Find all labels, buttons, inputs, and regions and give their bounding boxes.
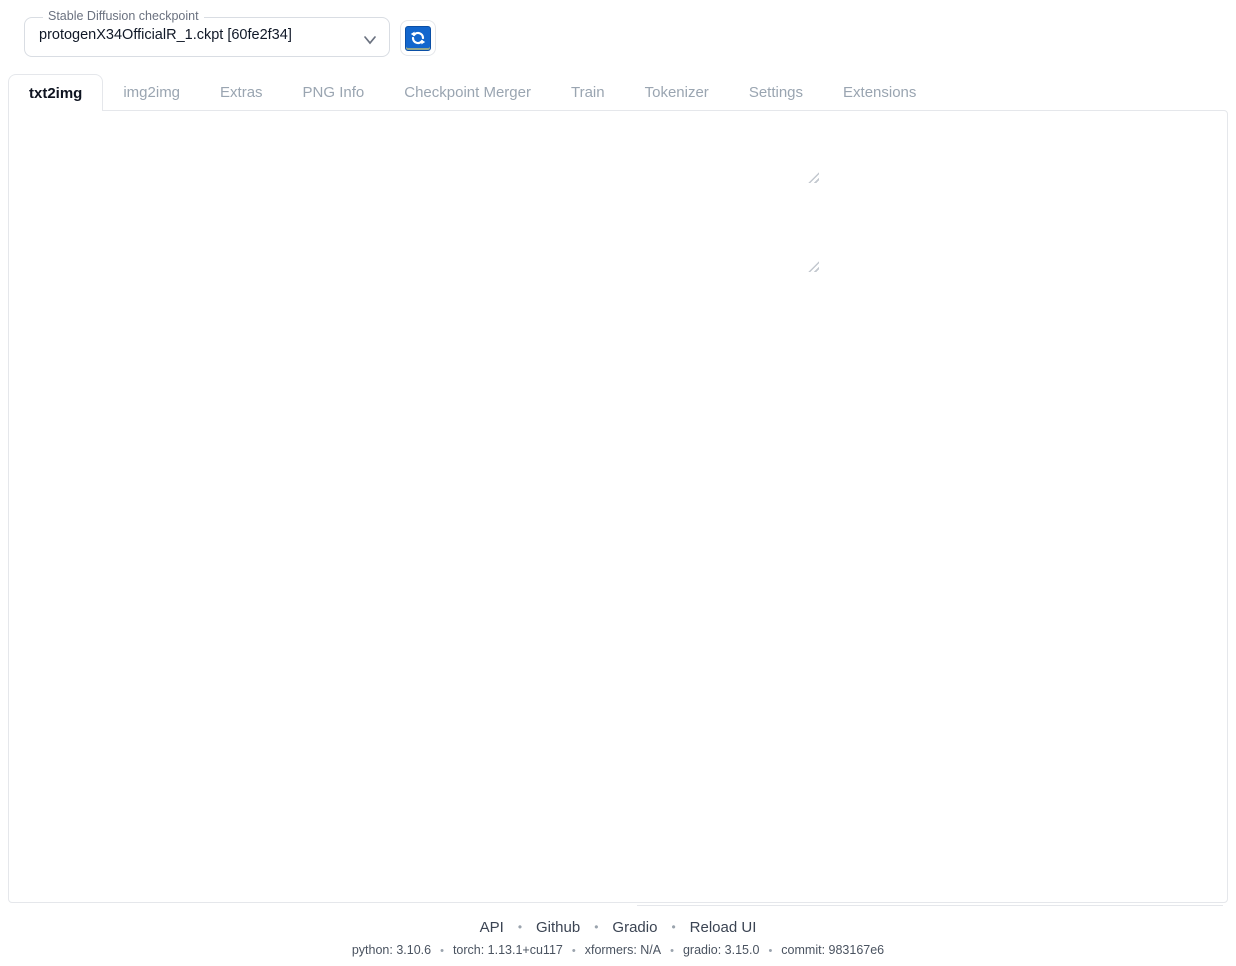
tab-img2img[interactable]: img2img <box>103 74 200 111</box>
tab-png-info[interactable]: PNG Info <box>283 74 385 111</box>
footer-commit-hash: commit: 983167e6 <box>759 943 884 957</box>
refresh-icon <box>405 26 431 51</box>
footer-link-reload-ui[interactable]: Reload UI <box>657 919 756 936</box>
tab-txt2img[interactable]: txt2img <box>8 74 103 111</box>
footer-link-api[interactable]: API <box>480 919 504 936</box>
footer-links: API Github Gradio Reload UI <box>0 919 1236 936</box>
tab-checkpoint-merger[interactable]: Checkpoint Merger <box>384 74 551 111</box>
txt2img-tab-panel <box>8 110 1228 903</box>
footer-link-github[interactable]: Github <box>504 919 580 936</box>
checkpoint-value: protogenX34OfficialR_1.ckpt [60fe2f34] <box>39 27 292 43</box>
checkpoint-label: Stable Diffusion checkpoint <box>43 9 204 23</box>
tab-tokenizer[interactable]: Tokenizer <box>625 74 729 111</box>
tab-settings[interactable]: Settings <box>729 74 823 111</box>
tab-extras[interactable]: Extras <box>200 74 283 111</box>
footer-link-gradio[interactable]: Gradio <box>580 919 657 936</box>
stable-diffusion-webui: Stable Diffusion checkpoint protogenX34O… <box>0 0 1236 966</box>
footer-gradio-version: gradio: 3.15.0 <box>661 943 759 957</box>
footer-python-version: python: 3.10.6 <box>352 943 431 957</box>
tab-extensions[interactable]: Extensions <box>823 74 936 111</box>
checkpoint-dropdown[interactable]: Stable Diffusion checkpoint protogenX34O… <box>24 17 390 57</box>
chevron-down-icon <box>363 32 377 50</box>
tab-train[interactable]: Train <box>551 74 625 111</box>
footer-xformers-version: xformers: N/A <box>563 943 661 957</box>
footer-versions: python: 3.10.6 torch: 1.13.1+cu117 xform… <box>0 943 1236 957</box>
main-tab-bar: txt2img img2img Extras PNG Info Checkpoi… <box>8 74 936 111</box>
refresh-checkpoints-button[interactable] <box>400 20 436 56</box>
footer-torch-version: torch: 1.13.1+cu117 <box>431 943 563 957</box>
